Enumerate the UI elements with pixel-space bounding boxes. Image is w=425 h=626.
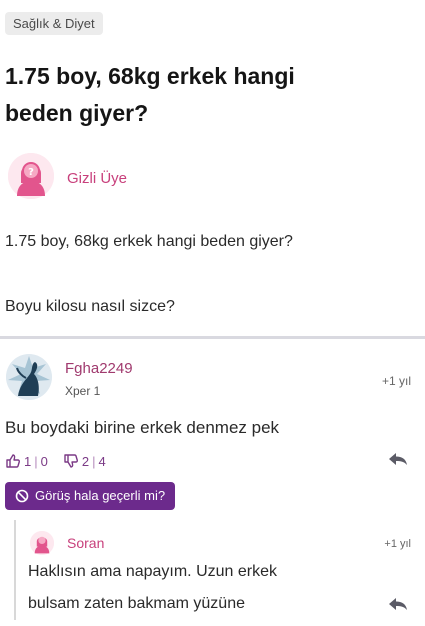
question-title: 1.75 boy, 68kg erkek hangi beden giyer?: [5, 58, 385, 132]
category-tag[interactable]: Sağlık & Diyet: [5, 12, 103, 35]
answer-text: Bu boydaki birine erkek denmez pek: [5, 418, 280, 437]
reply-text-line1: Haklısın ama napayım. Uzun erkek: [28, 563, 277, 580]
female-avatar-icon: ?: [8, 153, 54, 199]
reply-text: Haklısın ama napayım. Uzun erkek bulsam …: [28, 562, 378, 614]
opinion-still-valid-button[interactable]: Görüş hala geçerli mi?: [5, 482, 176, 510]
vote-bar: 1 | 0 2 | 4: [5, 451, 106, 471]
thumbs-down-icon[interactable]: [63, 453, 79, 469]
answer-timestamp: +1 yıl: [381, 374, 411, 388]
reply-username[interactable]: Soran: [67, 535, 104, 551]
question-body-line2: Boyu kilosu nasıl sizce?: [5, 298, 175, 315]
dislike-second-count: 4: [98, 453, 106, 469]
question-page: Sağlık & Diyet 1.75 boy, 68kg erkek hang…: [0, 0, 425, 626]
question-title-line2: beden giyer?: [5, 100, 149, 126]
like-second-count: 0: [40, 453, 48, 469]
answer-username[interactable]: Fgha2249: [65, 360, 133, 377]
reply-arrow-icon[interactable]: [388, 596, 408, 612]
reply-timestamp: +1 yıl: [384, 538, 411, 550]
reply-thread-line: [14, 520, 16, 620]
answer-avatar[interactable]: [6, 354, 52, 400]
vote-separator: |: [92, 453, 96, 469]
question-title-line1: 1.75 boy, 68kg erkek hangi: [5, 63, 295, 89]
vote-separator: |: [34, 453, 38, 469]
user-avatar-icon: [6, 354, 52, 400]
asker-name[interactable]: Gizli Üye: [67, 170, 127, 187]
question-body: 1.75 boy, 68kg erkek hangi beden giyer? …: [5, 232, 415, 317]
thumbs-up-icon[interactable]: [5, 453, 21, 469]
reply-arrow-icon[interactable]: [388, 451, 408, 467]
dislike-count: 2: [81, 453, 90, 469]
asker-avatar[interactable]: ?: [8, 153, 54, 199]
question-body-line1: 1.75 boy, 68kg erkek hangi beden giyer?: [5, 233, 293, 250]
svg-text:?: ?: [28, 167, 34, 178]
like-count: 1: [24, 453, 32, 469]
reply-avatar[interactable]: [30, 531, 54, 555]
female-avatar-icon: [30, 531, 54, 555]
section-divider: [0, 336, 425, 339]
opinion-button-label: Görüş hala geçerli mi?: [35, 488, 166, 503]
ban-icon: [15, 489, 29, 503]
reply-text-line2: bulsam zaten bakmam yüzüne: [28, 595, 245, 612]
answer-user-level: Xper 1: [65, 384, 101, 398]
